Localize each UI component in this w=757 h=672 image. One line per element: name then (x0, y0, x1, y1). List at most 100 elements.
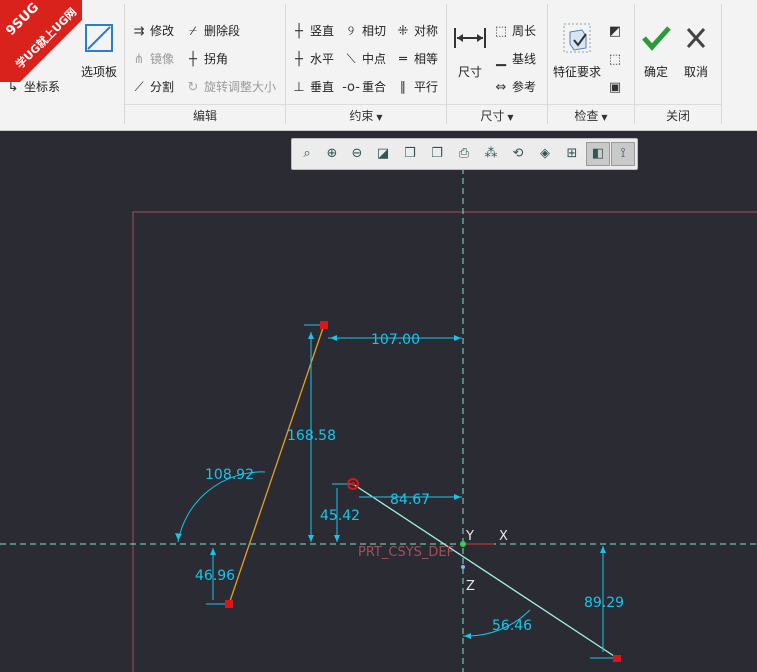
dropdown-caret-icon: ▼ (376, 113, 383, 122)
saved-orientations-icon: ❐ (431, 146, 443, 161)
inspect-group-text: 检查 (574, 109, 599, 123)
midpoint-label: 中点 (362, 52, 387, 66)
dimension-group-text: 尺寸 (480, 109, 505, 123)
ok-button[interactable]: 确定 (638, 22, 674, 80)
perimeter-button[interactable]: ⬚ 周长 (492, 20, 536, 42)
refit-button[interactable]: ⌕ (296, 143, 318, 165)
perpendicular-label: 垂直 (310, 80, 335, 94)
modify-label: 修改 (150, 24, 175, 38)
overlap-check-button[interactable]: ◩ (606, 20, 628, 42)
feature-requirements-label: 特征要求 (552, 65, 601, 79)
mirror-button[interactable]: ⋔ 镜像 (130, 48, 174, 70)
equal-label: 相等 (414, 52, 439, 66)
closed-loops-icon: ▣ (608, 80, 622, 95)
spin-center-button[interactable]: ⟲ (507, 143, 529, 165)
vertical-icon: ┼ (295, 24, 303, 39)
datum-display-button[interactable]: ⁂ (480, 143, 502, 165)
delete-segment-button[interactable]: ⌿ 删除段 (184, 20, 240, 42)
baseline-button[interactable]: ▁ 基线 (492, 48, 536, 70)
open-ends-icon: ⬚ (608, 52, 622, 67)
display-style-button[interactable]: ❒ (399, 143, 421, 165)
overlap-geometry-icon: ◩ (608, 24, 622, 39)
rotate-resize-icon: ↻ (187, 80, 199, 95)
rotate-resize-label: 旋转调整大小 (204, 80, 277, 94)
display-style-icon: ❒ (404, 146, 416, 161)
sketcher-display-icon: ⟟ (620, 146, 626, 161)
camera-icon: ⎙ (458, 146, 470, 161)
separator (721, 4, 722, 124)
palette-icon (85, 24, 113, 52)
symmetric-constraint-button[interactable]: ⁜ 对称 (394, 20, 438, 42)
reference-button[interactable]: ⇔ 参考 (492, 76, 536, 98)
cancel-label: 取消 (683, 65, 708, 79)
corner-label: 拐角 (204, 52, 229, 66)
view-manager-button[interactable]: ⎙ (453, 143, 475, 165)
inspect-group-label[interactable]: 检查 ▼ (548, 104, 634, 127)
repaint-button[interactable]: ◪ (372, 143, 394, 165)
equal-constraint-button[interactable]: ═ 相等 (394, 48, 438, 70)
datum-display-icon: ⁂ (484, 146, 498, 161)
horizontal-constraint-button[interactable]: ┼ 水平 (290, 48, 334, 70)
saved-orientations-button[interactable]: ❐ (426, 143, 448, 165)
vertical-constraint-button[interactable]: ┼ 竖直 (290, 20, 334, 42)
annotation-display-button[interactable]: ⊞ (561, 143, 583, 165)
zoom-in-button[interactable]: ⊕ (321, 143, 343, 165)
palette-label: 选项板 (80, 65, 117, 79)
reference-label: 参考 (512, 80, 537, 94)
perpendicular-constraint-button[interactable]: ⊥ 垂直 (290, 76, 334, 98)
cancel-button[interactable]: 取消 (678, 22, 714, 80)
dropdown-caret-icon: ▼ (507, 113, 514, 122)
close-icon (686, 28, 706, 48)
constrain-group-text: 约束 (349, 109, 374, 123)
sketch-canvas[interactable] (0, 131, 757, 672)
midpoint-constraint-button[interactable]: ⟍ 中点 (342, 48, 386, 70)
zoom-in-icon: ⊕ (326, 146, 338, 161)
logo-badge: 9SUG 学UG就上UG网 (0, 0, 82, 82)
rotate-resize-button[interactable]: ↻ 旋转调整大小 (184, 76, 276, 98)
sketcher-display-button[interactable]: ⟟ (611, 142, 635, 166)
modify-button[interactable]: ⇉ 修改 (130, 20, 174, 42)
coincident-icon: -o- (342, 80, 360, 95)
feature-requirements-button[interactable]: 特征要求 (550, 22, 604, 80)
perspective-icon: ◈ (540, 146, 550, 161)
equal-icon: ═ (399, 52, 407, 67)
corner-icon: ┼ (189, 52, 197, 67)
delete-segment-icon: ⌿ (189, 24, 197, 39)
divide-label: 分割 (150, 80, 175, 94)
graphics-toolbar: ⌕ ⊕ ⊖ ◪ ❒ ❐ ⎙ ⁂ ⟲ ◈ ⊞ ◧ ⟟ (291, 138, 638, 170)
close-group-text: 关闭 (665, 109, 690, 123)
zoom-out-button[interactable]: ⊖ (346, 143, 368, 165)
shade-closed-loops-button[interactable]: ▣ (606, 76, 628, 98)
delete-segment-label: 删除段 (204, 24, 241, 38)
checkmark-icon (642, 26, 671, 51)
constrain-group-label[interactable]: 约束 ▼ (286, 104, 446, 127)
feature-requirements-icon (563, 23, 591, 53)
annotation-display-icon: ⊞ (566, 146, 578, 161)
midpoint-icon: ⟍ (346, 52, 356, 67)
baseline-icon: ▁ (496, 52, 506, 67)
dimension-button[interactable]: 尺寸 (450, 22, 490, 80)
baseline-label: 基线 (512, 52, 537, 66)
coincident-constraint-button[interactable]: -o- 重合 (342, 76, 386, 98)
symmetric-label: 对称 (414, 24, 439, 38)
highlight-open-ends-button[interactable]: ⬚ (606, 48, 628, 70)
mirror-icon: ⋔ (133, 52, 145, 67)
dimension-label: 尺寸 (457, 65, 482, 79)
horizontal-icon: ┼ (295, 52, 303, 67)
palette-button[interactable]: 选项板 (76, 22, 122, 80)
mirror-label: 镜像 (150, 52, 175, 66)
dimension-group-label[interactable]: 尺寸 ▼ (447, 104, 547, 127)
tangent-constraint-button[interactable]: ୨ 相切 (342, 20, 386, 42)
perspective-button[interactable]: ◈ (534, 143, 556, 165)
parallel-label: 平行 (414, 80, 439, 94)
divide-button[interactable]: ⟋ 分割 (130, 76, 174, 98)
spin-center-icon: ⟲ (512, 146, 524, 161)
modify-icon: ⇉ (133, 24, 145, 39)
tangent-label: 相切 (362, 24, 387, 38)
corner-button[interactable]: ┼ 拐角 (184, 48, 228, 70)
edit-group-text: 编辑 (192, 109, 217, 123)
sketch-view-button[interactable]: ◧ (586, 142, 610, 166)
csys-label: 坐标系 (24, 80, 61, 94)
parallel-constraint-button[interactable]: ∥ 平行 (394, 76, 438, 98)
zoom-out-icon: ⊖ (351, 146, 363, 161)
